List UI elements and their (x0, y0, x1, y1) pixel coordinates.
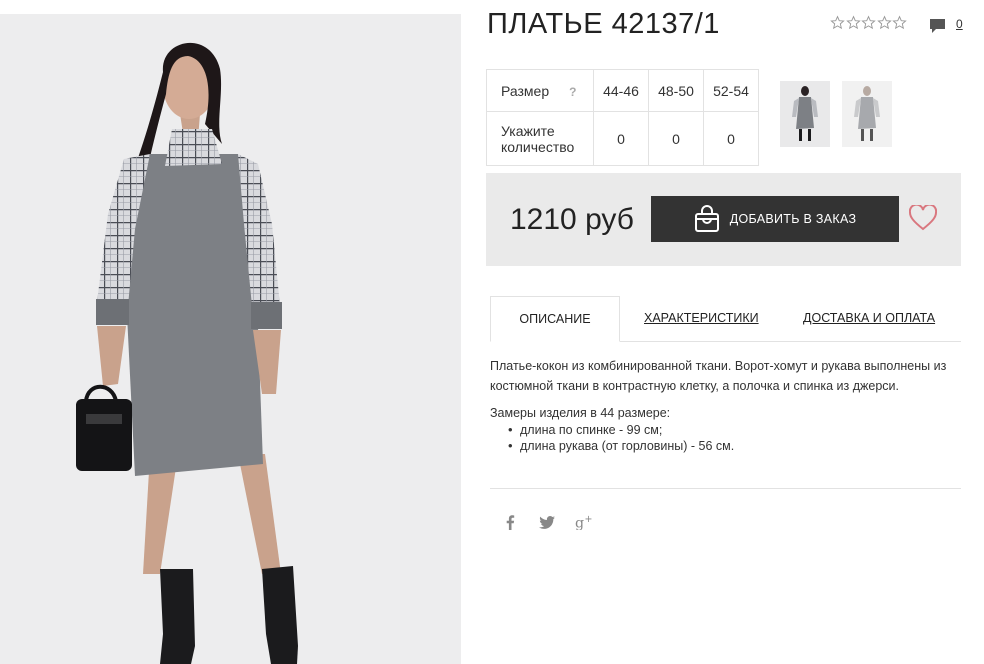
list-item: длина рукава (от горловины) - 56 см. (508, 438, 965, 454)
reviews-count[interactable]: 0 (956, 17, 963, 31)
tab-characteristics[interactable]: ХАРАКТЕРИСТИКИ (644, 296, 759, 340)
divider (490, 488, 961, 489)
star-empty-icon[interactable] (830, 15, 845, 31)
size-quantity-table: Размер? 44-46 48-50 52-54 Укажите количе… (486, 69, 759, 166)
comment-icon (930, 19, 945, 33)
google-plus-icon[interactable]: g + (575, 513, 593, 531)
add-to-order-button[interactable]: ДОБАВИТЬ В ЗАКАЗ (651, 196, 899, 242)
star-empty-icon[interactable] (845, 15, 861, 31)
price-box: 1210 руб ДОБАВИТЬ В ЗАКАЗ (486, 173, 961, 266)
tab-delivery-payment[interactable]: ДОСТАВКА И ОПЛАТА (803, 296, 935, 340)
list-item: длина по спинке - 99 см; (508, 422, 965, 438)
product-title: ПЛАТЬЕ 42137/1 (487, 8, 720, 40)
quantity-input[interactable]: 0 (648, 111, 704, 166)
rating-stars[interactable] (830, 15, 908, 31)
tab-description[interactable]: ОПИСАНИЕ (490, 296, 620, 342)
reviews-link[interactable]: 0 (929, 17, 963, 34)
thumbnail-image (842, 81, 892, 147)
price: 1210 руб (510, 203, 634, 236)
size-help-icon[interactable]: ? (569, 85, 576, 99)
facebook-icon[interactable] (501, 513, 519, 531)
product-main-image[interactable] (0, 14, 461, 664)
measurements-list: длина по спинке - 99 см; длина рукава (о… (490, 422, 965, 454)
quantity-input[interactable]: 0 (593, 111, 649, 166)
size-label: Размер (501, 82, 550, 99)
svg-text:+: + (584, 514, 592, 525)
star-empty-icon[interactable] (861, 15, 876, 31)
size-option: 48-50 (648, 69, 704, 112)
add-to-order-label: ДОБАВИТЬ В ЗАКАЗ (729, 212, 857, 226)
heart-icon[interactable] (909, 205, 937, 231)
quantity-label-cell: Укажите количество (486, 111, 594, 166)
svg-text:g: g (575, 516, 584, 530)
description-text: Платье-кокон из комбинированной ткани. В… (490, 359, 947, 393)
product-thumbnail[interactable] (842, 81, 892, 147)
twitter-icon[interactable] (538, 513, 556, 531)
quantity-label-line2: количество (501, 138, 575, 155)
quantity-input[interactable]: 0 (703, 111, 759, 166)
description-panel: Платье-кокон из комбинированной ткани. В… (490, 356, 965, 454)
size-option: 44-46 (593, 69, 649, 112)
product-thumbnail[interactable] (780, 81, 830, 147)
shopping-bag-icon (694, 205, 719, 232)
product-tabs: ОПИСАНИЕ ХАРАКТЕРИСТИКИ ДОСТАВКА И ОПЛАТ… (490, 296, 961, 342)
size-option: 52-54 (703, 69, 759, 112)
size-label-cell: Размер? (486, 69, 594, 112)
thumbnail-image (780, 81, 830, 147)
dress-model-illustration (76, 42, 298, 664)
star-empty-icon[interactable] (876, 15, 892, 31)
star-empty-icon[interactable] (892, 15, 907, 31)
quantity-label-line1: Укажите (501, 122, 555, 139)
measurements-title: Замеры изделия в 44 размере: (490, 406, 671, 420)
